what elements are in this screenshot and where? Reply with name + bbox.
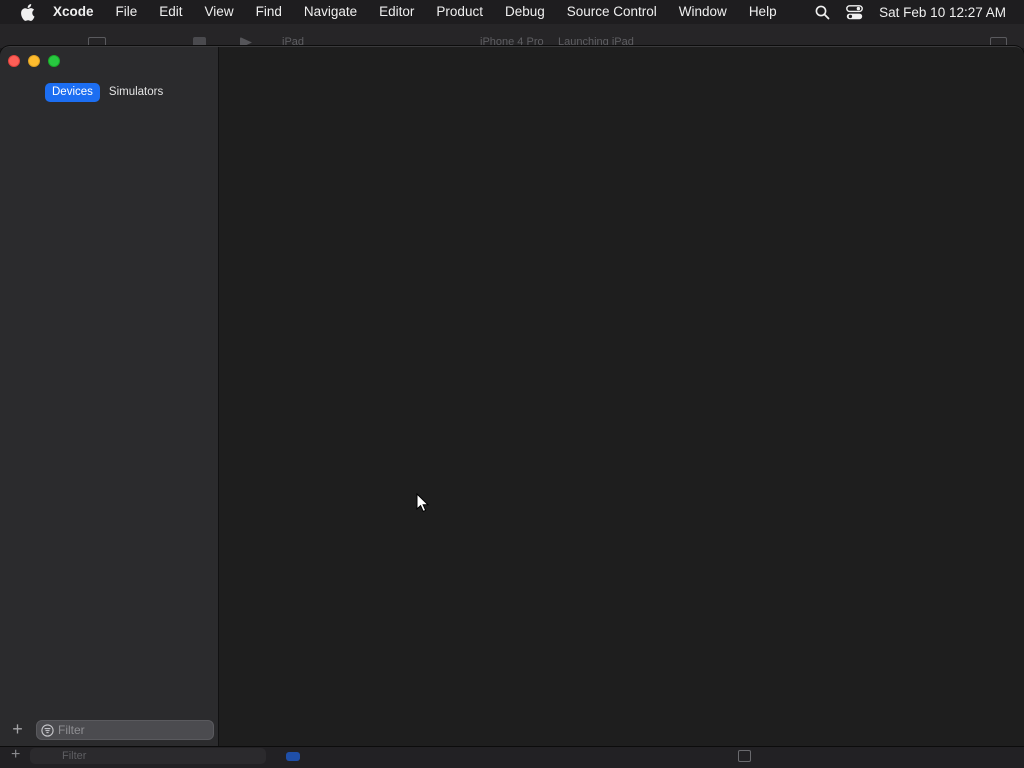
filter-icon <box>41 723 54 737</box>
filter-input[interactable] <box>58 723 213 737</box>
tab-devices[interactable]: Devices <box>45 83 100 102</box>
menu-find[interactable]: Find <box>245 0 293 24</box>
devices-sidebar: Devices Simulators + <box>0 47 219 746</box>
add-device-button[interactable]: + <box>9 720 26 740</box>
menu-help[interactable]: Help <box>738 0 788 24</box>
menu-editor[interactable]: Editor <box>368 0 425 24</box>
devices-and-simulators-window: Devices Simulators + <box>0 46 1024 746</box>
window-minimize-button[interactable] <box>28 55 40 67</box>
background-blue-indicator <box>286 752 300 761</box>
devices-simulators-segmented-control: Devices Simulators <box>45 83 170 102</box>
menu-bar: Xcode File Edit View Find Navigate Edito… <box>0 0 1024 24</box>
device-detail-pane <box>220 47 1024 746</box>
spotlight-search-icon[interactable] <box>815 5 830 20</box>
menu-file[interactable]: File <box>105 0 149 24</box>
device-filter-field[interactable] <box>36 720 214 740</box>
menu-navigate[interactable]: Navigate <box>293 0 368 24</box>
menu-view[interactable]: View <box>194 0 245 24</box>
menu-source-control[interactable]: Source Control <box>556 0 668 24</box>
mouse-cursor-icon <box>416 492 430 513</box>
add-icon: + <box>11 746 21 763</box>
background-filter-field: Filter <box>30 748 266 764</box>
debug-area-toggle-icon <box>738 750 751 762</box>
window-close-button[interactable] <box>8 55 20 67</box>
window-zoom-button[interactable] <box>48 55 60 67</box>
menu-edit[interactable]: Edit <box>148 0 193 24</box>
menu-product[interactable]: Product <box>425 0 494 24</box>
background-xcode-toolbar: iPad iPhone 4 Pro Launching iPad <box>0 24 1024 48</box>
tab-simulators[interactable]: Simulators <box>102 83 170 102</box>
control-center-icon[interactable] <box>846 4 864 20</box>
menu-window[interactable]: Window <box>668 0 738 24</box>
menu-bar-clock[interactable]: Sat Feb 10 12:27 AM <box>879 5 1006 20</box>
menu-bar-status-area: Sat Feb 10 12:27 AM <box>815 0 1006 24</box>
menu-debug[interactable]: Debug <box>494 0 556 24</box>
apple-icon[interactable] <box>17 2 37 22</box>
menu-app-xcode[interactable]: Xcode <box>49 0 105 24</box>
sidebar-footer: + <box>0 718 219 742</box>
background-xcode-bottom-bar: + Filter <box>0 745 1024 768</box>
